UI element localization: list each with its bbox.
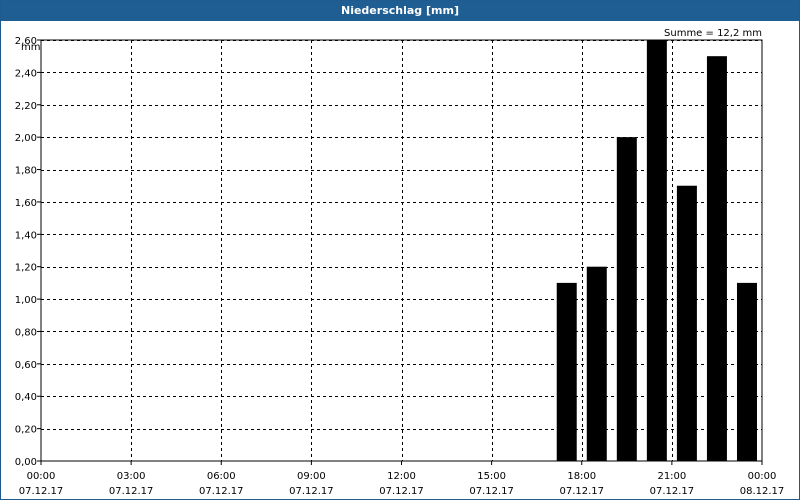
y-tick-label: 0,60 (15, 360, 37, 371)
y-tick-label: 1,40 (15, 230, 37, 241)
x-tick-date: 07.12.17 (469, 486, 514, 497)
x-tick-date: 07.12.17 (650, 486, 695, 497)
x-tick-time: 09:00 (297, 471, 326, 482)
x-tick-time: 00:00 (27, 471, 56, 482)
y-tick-label: 1,00 (15, 295, 37, 306)
bar (616, 137, 637, 461)
x-tick-time: 00:00 (748, 471, 777, 482)
bars (556, 40, 757, 461)
y-tick-label: 0,20 (15, 425, 37, 436)
y-axis: 0,00 0,20 0,40 0,60 0,80 1,00 1,20 1,40 1,60 1,80… (15, 36, 41, 468)
bar (556, 282, 577, 461)
bar (586, 266, 607, 461)
y-tick-label: 2,40 (15, 68, 37, 79)
y-tick-label: 1,20 (15, 263, 37, 274)
y-tick-label: 2,00 (15, 133, 37, 144)
x-tick-time: 06:00 (207, 471, 236, 482)
bar (646, 40, 667, 461)
x-tick-date: 07.12.17 (199, 486, 244, 497)
precipitation-chart: 0,00 0,20 0,40 0,60 0,80 1,00 1,20 1,40 1,60 1,80… (15, 28, 785, 497)
bar (736, 282, 757, 461)
x-tick-date: 07.12.17 (559, 486, 604, 497)
y-tick-label: 1,80 (15, 166, 37, 177)
x-tick-time: 03:00 (117, 471, 146, 482)
sum-annotation: Summe = 12,2 mm (664, 28, 762, 39)
y-tick-label: 0,40 (15, 392, 37, 403)
x-axis: 00:00 07.12.17 03:00 07.12.17 06:00 07.12.17 0… (19, 461, 785, 497)
x-tick-time: 21:00 (657, 471, 686, 482)
x-tick-date: 08.12.17 (740, 486, 785, 497)
y-tick-label: 0,80 (15, 327, 37, 338)
x-tick-time: 15:00 (477, 471, 506, 482)
x-tick-date: 07.12.17 (19, 486, 64, 497)
x-tick-time: 18:00 (567, 471, 596, 482)
x-tick-date: 07.12.17 (289, 486, 334, 497)
x-tick-date: 07.12.17 (109, 486, 154, 497)
y-tick-label: 1,60 (15, 198, 37, 209)
y-axis-label: mm (21, 42, 40, 53)
x-tick-time: 12:00 (387, 471, 416, 482)
bar (676, 185, 697, 461)
bar (706, 56, 727, 461)
x-tick-date: 07.12.17 (379, 486, 424, 497)
y-tick-label: 2,20 (15, 101, 37, 112)
y-tick-label: 0,00 (15, 457, 37, 468)
